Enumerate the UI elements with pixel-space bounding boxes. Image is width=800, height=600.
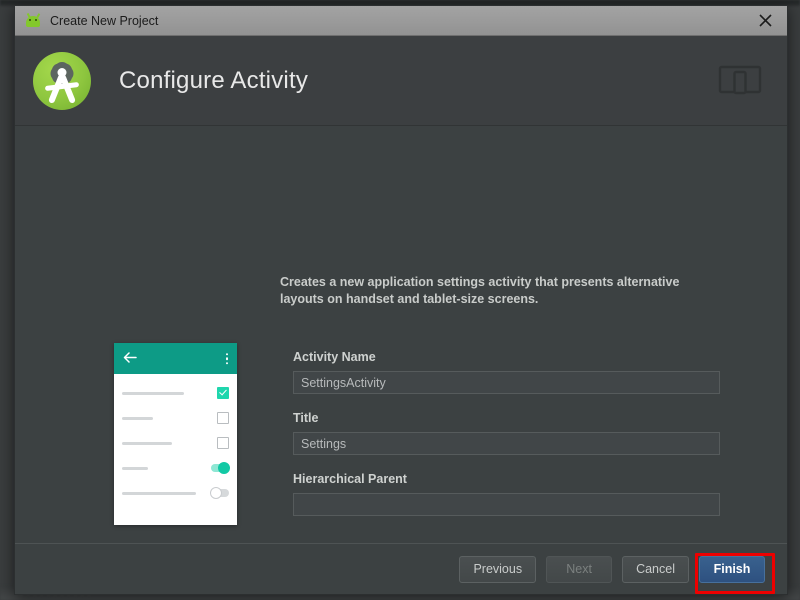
list-item — [122, 484, 229, 502]
android-bugdroid-icon — [25, 12, 41, 29]
preview-toolbar — [114, 343, 237, 374]
dialog-title: Create New Project — [50, 13, 159, 28]
back-arrow-icon — [123, 350, 137, 368]
cancel-button[interactable]: Cancel — [622, 555, 689, 583]
list-item — [122, 434, 229, 452]
field-hierarchical-parent: Hierarchical Parent — [293, 472, 720, 516]
android-studio-logo-icon — [33, 51, 91, 110]
activity-name-label: Activity Name — [293, 350, 376, 364]
activity-name-input[interactable]: SettingsActivity — [293, 371, 720, 394]
preview-settings-list — [114, 374, 237, 502]
checkbox-icon — [217, 437, 229, 449]
list-item — [122, 409, 229, 427]
hierarchical-parent-input[interactable] — [293, 493, 720, 516]
tablet-device-icon — [718, 64, 762, 98]
field-title: Title Settings — [293, 411, 720, 455]
hierarchical-parent-label: Hierarchical Parent — [293, 472, 407, 486]
list-item — [122, 459, 230, 477]
preview-row-label — [122, 416, 153, 420]
close-icon[interactable] — [743, 6, 787, 34]
settings-activity-preview — [114, 343, 237, 525]
create-new-project-dialog: Create New Project Configure Activity Cr… — [14, 5, 788, 595]
checkbox-icon — [217, 412, 229, 424]
next-button: Next — [546, 555, 613, 583]
field-activity-name: Activity Name SettingsActivity — [293, 350, 720, 394]
finish-button[interactable]: Finish — [699, 555, 765, 583]
title-label: Title — [293, 411, 319, 425]
page-title: Configure Activity — [119, 66, 309, 94]
preview-row-label — [122, 466, 148, 470]
dialog-footer: Previous Next Cancel Finish — [15, 543, 787, 594]
list-item — [122, 384, 229, 402]
configure-activity-form: Activity Name SettingsActivity Title Set… — [293, 350, 720, 533]
dialog-body: Creates a new application settings activ… — [15, 126, 787, 543]
toggle-switch-icon — [210, 487, 229, 499]
preview-row-label — [122, 491, 196, 495]
checkbox-icon — [217, 387, 229, 399]
preview-row-label — [122, 391, 184, 395]
toggle-switch-icon — [211, 462, 230, 474]
preview-row-label — [122, 441, 172, 445]
dialog-header: Configure Activity — [15, 36, 787, 126]
title-input[interactable]: Settings — [293, 432, 720, 455]
activity-description: Creates a new application settings activ… — [280, 275, 680, 306]
overflow-menu-icon — [225, 352, 228, 365]
dialog-titlebar: Create New Project — [15, 6, 787, 36]
previous-button[interactable]: Previous — [459, 555, 537, 583]
